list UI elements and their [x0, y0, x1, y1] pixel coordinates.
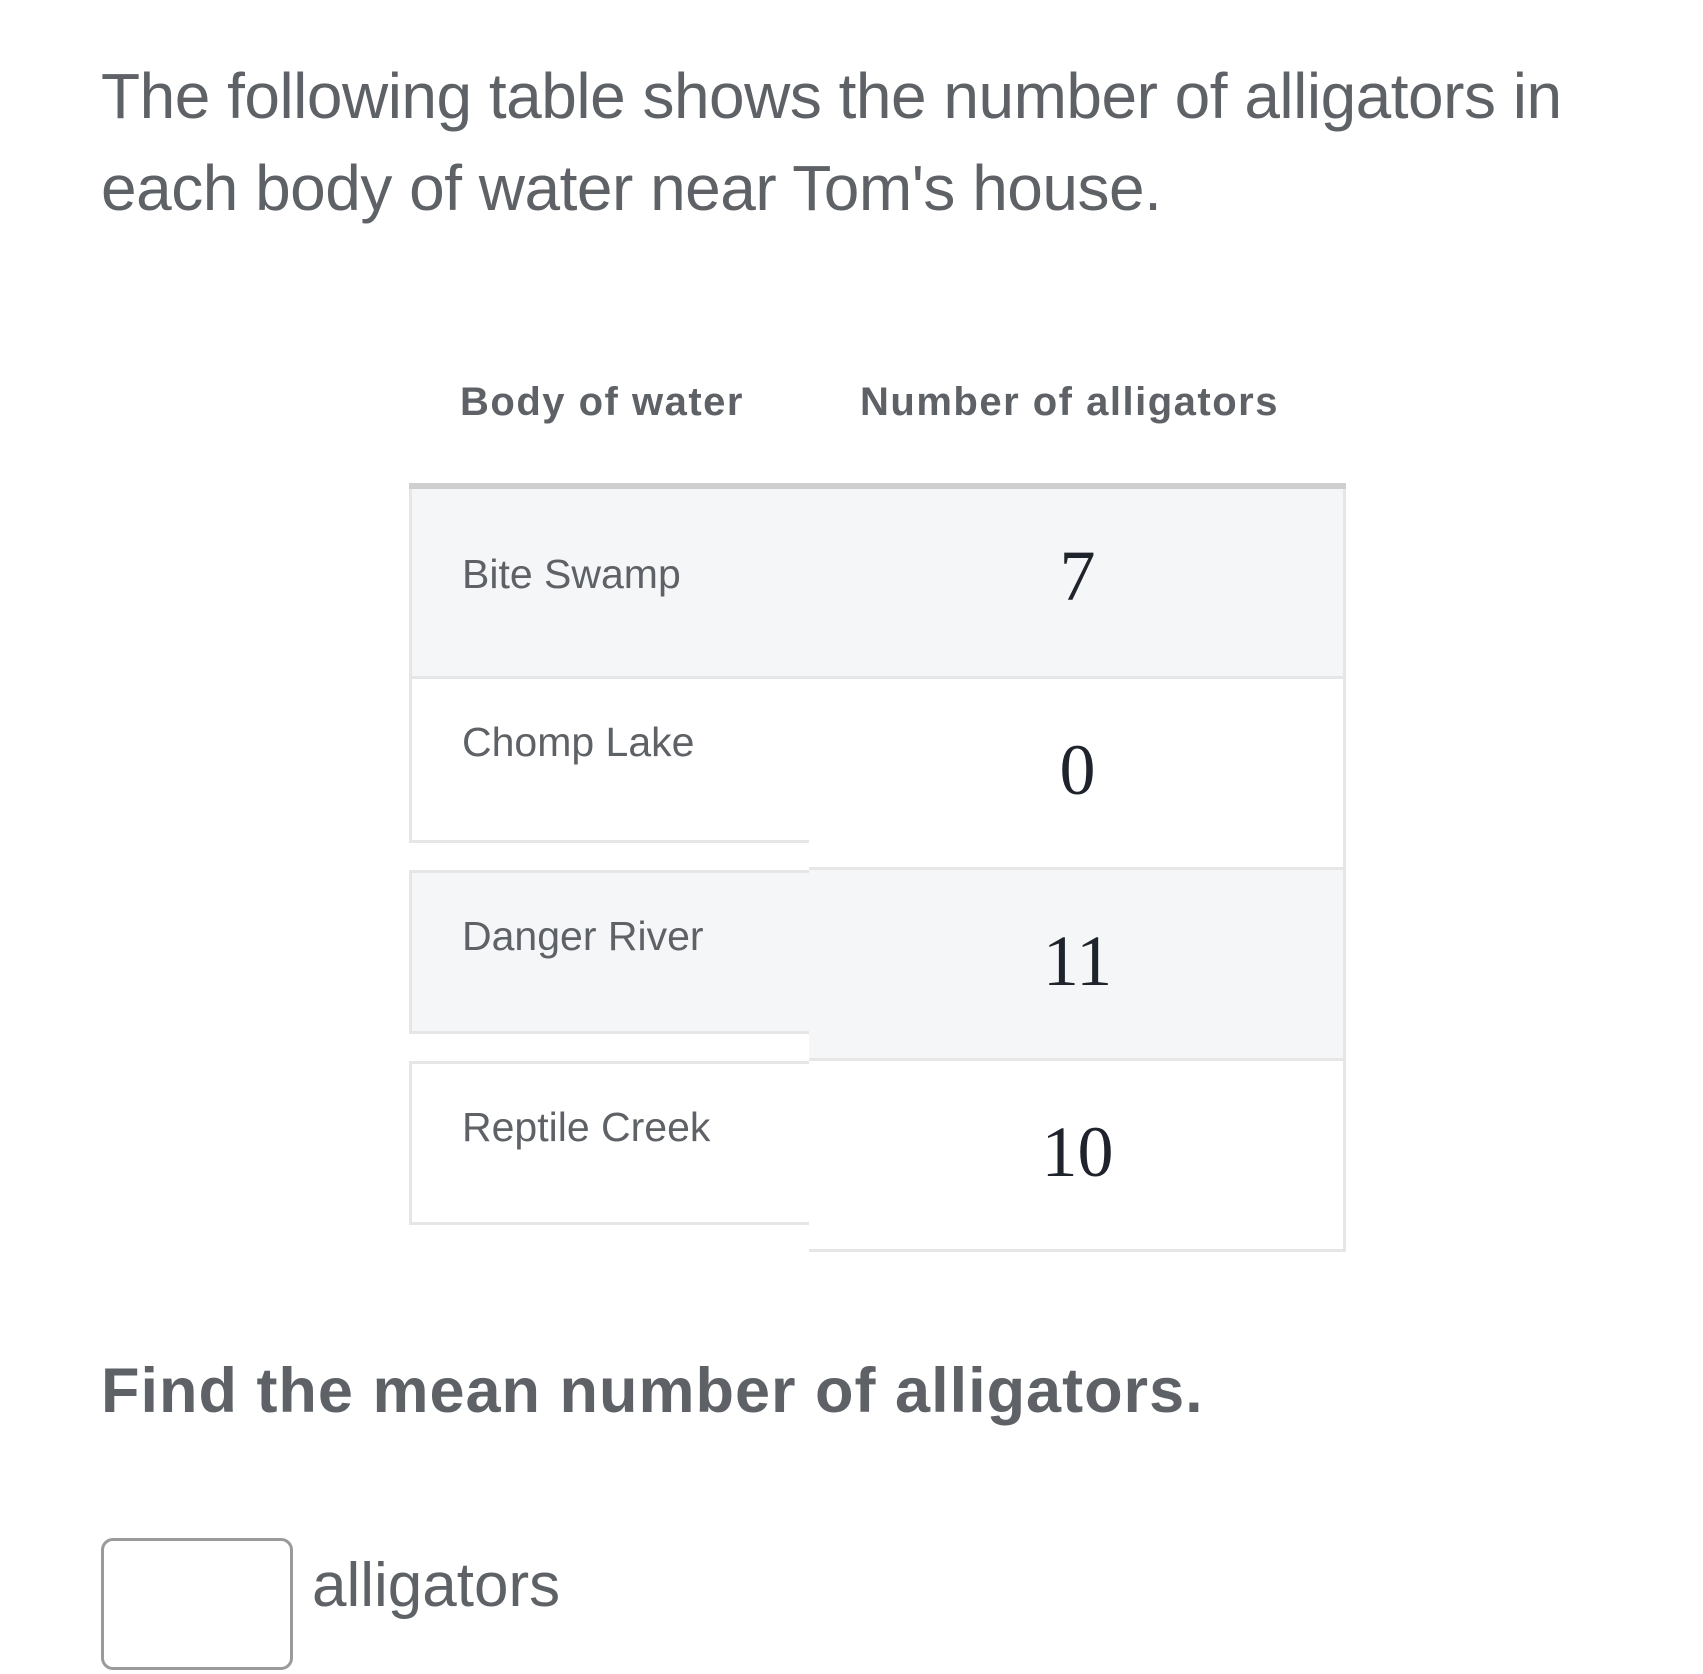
alligator-count: 10 [1041, 1112, 1114, 1192]
body-of-water-name: Chomp Lake [462, 719, 695, 765]
column-header-body-of-water: Body of water [460, 380, 744, 424]
mean-answer-input[interactable] [101, 1538, 293, 1670]
alligator-count-cell: 7 [809, 489, 1346, 679]
alligator-count-cell: 11 [809, 870, 1346, 1061]
question-intro: The following table shows the number of … [101, 50, 1681, 234]
body-of-water-cell: Bite Swamp [409, 489, 809, 679]
column-header-number-of-alligators: Number of alligators [860, 380, 1279, 424]
intro-line-2: each body of water near Tom's house. [101, 152, 1162, 224]
answer-unit-label: alligators [312, 1551, 561, 1620]
alligator-count: 7 [1059, 536, 1096, 616]
body-of-water-cell: Chomp Lake [409, 679, 809, 843]
body-of-water-name: Bite Swamp [462, 551, 681, 597]
body-of-water-name: Reptile Creek [462, 1104, 711, 1150]
body-of-water-cell: Reptile Creek [409, 1061, 809, 1225]
intro-line-1: The following table shows the number of … [101, 60, 1562, 132]
alligator-count-cell: 0 [809, 679, 1346, 870]
body-of-water-cell: Danger River [409, 870, 809, 1034]
alligator-count-cell: 10 [809, 1061, 1346, 1252]
body-of-water-name: Danger River [462, 913, 704, 959]
alligator-count: 0 [1059, 730, 1096, 810]
question-prompt: Find the mean number of alligators. [101, 1356, 1204, 1426]
alligator-count: 11 [1042, 921, 1113, 1001]
